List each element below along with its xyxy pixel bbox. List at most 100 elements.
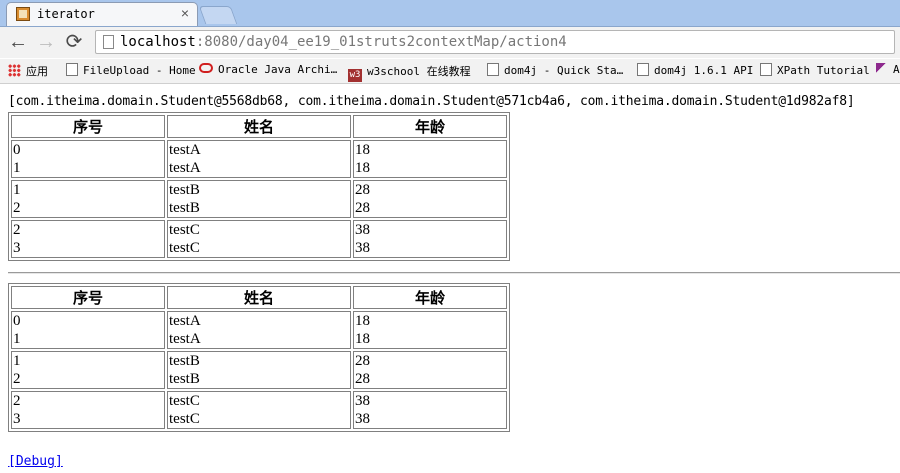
url-text[interactable]: localhost:8080/day04_ee19_01struts2conte… [120, 34, 567, 50]
cell-line: 28 [355, 182, 370, 198]
cell-line: testC [169, 222, 200, 238]
cell-age: 38 38 [353, 220, 507, 258]
cell-line: testA [169, 331, 201, 347]
bookmark-xpath[interactable]: XPath Tutorial [760, 63, 870, 77]
w3school-icon: w3 [348, 69, 362, 82]
cell-line: testA [169, 313, 201, 329]
page-content: [com.itheima.domain.Student@5568db68, co… [0, 84, 900, 473]
bookmark-oracle[interactable]: Oracle Java Archi… [199, 63, 337, 76]
cell-line: testA [169, 160, 201, 176]
close-tab-icon[interactable]: × [181, 5, 189, 21]
cell-name: testC testC [167, 220, 351, 258]
cell-line: 18 [355, 160, 370, 176]
bookmark-label: 应用 [26, 65, 48, 78]
cell-line: testC [169, 240, 200, 256]
cell-line: testC [169, 411, 200, 427]
cell-line: 38 [355, 240, 370, 256]
cell-name: testB testB [167, 351, 351, 389]
title-bar: iterator × [0, 0, 900, 27]
cell-age: 18 18 [353, 311, 507, 349]
feather-icon [876, 63, 888, 75]
cell-index: 23 [11, 391, 165, 429]
cell-index: 01 [11, 140, 165, 178]
tab-title: iterator [37, 7, 95, 21]
table-row: 01 testA testA 18 18 [11, 140, 507, 178]
cell-line: 3 [13, 240, 21, 256]
bookmark-label: XPath Tutorial [777, 64, 870, 77]
cell-line: 38 [355, 222, 370, 238]
header-name: 姓名 [167, 286, 351, 309]
cell-line: testA [169, 142, 201, 158]
back-arrow-icon[interactable]: ← [6, 30, 30, 54]
cell-index: 23 [11, 220, 165, 258]
tab-favicon-icon [16, 7, 30, 21]
table-row: 23 testC testC 38 38 [11, 220, 507, 258]
cell-age: 28 28 [353, 180, 507, 218]
reload-icon[interactable]: ⟳ [62, 30, 86, 54]
cell-line: testB [169, 182, 200, 198]
cell-name: testC testC [167, 391, 351, 429]
bookmark-more[interactable]: A [876, 63, 900, 76]
bookmark-dom4j-api[interactable]: dom4j 1.6.1 API [637, 63, 753, 77]
bookmark-dom4j-quickstart[interactable]: dom4j - Quick Sta… [487, 63, 623, 77]
student-list-text: [com.itheima.domain.Student@5568db68, co… [8, 94, 855, 109]
table-row: 12 testB testB 28 28 [11, 351, 507, 389]
cell-age: 28 28 [353, 351, 507, 389]
cell-line: 2 [13, 222, 21, 238]
tab-iterator[interactable]: iterator × [6, 2, 198, 26]
cell-index: 12 [11, 351, 165, 389]
header-age: 年龄 [353, 115, 507, 138]
header-name: 姓名 [167, 115, 351, 138]
page-icon [637, 63, 649, 76]
new-tab-button[interactable] [198, 6, 238, 24]
cell-name: testA testA [167, 140, 351, 178]
bookmark-label: Oracle Java Archi… [218, 63, 338, 76]
horizontal-rule [8, 272, 900, 274]
bookmark-label: dom4j 1.6.1 API [654, 64, 754, 77]
cell-line: 38 [355, 411, 370, 427]
cell-line: testB [169, 371, 200, 387]
cell-line: 2 [13, 200, 21, 216]
cell-line: 2 [13, 393, 21, 409]
bookmark-label: FileUpload - Home [83, 64, 196, 77]
cell-line: 18 [355, 142, 370, 158]
cell-line: 18 [355, 313, 370, 329]
bookmark-label: A [893, 63, 900, 76]
header-index: 序号 [11, 286, 165, 309]
bookmarks-bar: 应用 FileUpload - Home Oracle Java Archi… … [0, 59, 900, 84]
cell-line: testC [169, 393, 200, 409]
cell-line: testB [169, 200, 200, 216]
cell-age: 18 18 [353, 140, 507, 178]
cell-line: 3 [13, 411, 21, 427]
cell-line: 18 [355, 331, 370, 347]
cell-age: 38 38 [353, 391, 507, 429]
cell-line: 1 [13, 353, 21, 369]
cell-line: 0 [13, 313, 21, 329]
student-table-2: 序号 姓名 年龄 01 testA testA 18 18 12 testB test… [8, 283, 510, 432]
table-header-row: 序号 姓名 年龄 [11, 115, 507, 138]
cell-index: 12 [11, 180, 165, 218]
url-host: localhost [120, 34, 196, 50]
bookmark-w3school[interactable]: w3 w3school 在线教程 [348, 63, 471, 82]
oracle-icon [199, 63, 213, 73]
page-icon [760, 63, 772, 76]
cell-name: testB testB [167, 180, 351, 218]
debug-link[interactable]: [Debug] [8, 454, 63, 469]
cell-line: 1 [13, 182, 21, 198]
cell-line: 38 [355, 393, 370, 409]
cell-line: 1 [13, 160, 21, 176]
cell-line: 28 [355, 371, 370, 387]
page-icon [66, 63, 78, 76]
address-bar[interactable]: localhost:8080/day04_ee19_01struts2conte… [95, 30, 895, 54]
forward-arrow-icon[interactable]: → [34, 30, 58, 54]
cell-line: 1 [13, 331, 21, 347]
apps-icon [8, 64, 21, 77]
table-header-row: 序号 姓名 年龄 [11, 286, 507, 309]
cell-line: testB [169, 353, 200, 369]
bookmark-fileupload[interactable]: FileUpload - Home [66, 63, 196, 77]
header-age: 年龄 [353, 286, 507, 309]
cell-line: 2 [13, 371, 21, 387]
cell-line: 28 [355, 353, 370, 369]
bookmark-apps[interactable]: 应用 [8, 63, 48, 79]
cell-name: testA testA [167, 311, 351, 349]
